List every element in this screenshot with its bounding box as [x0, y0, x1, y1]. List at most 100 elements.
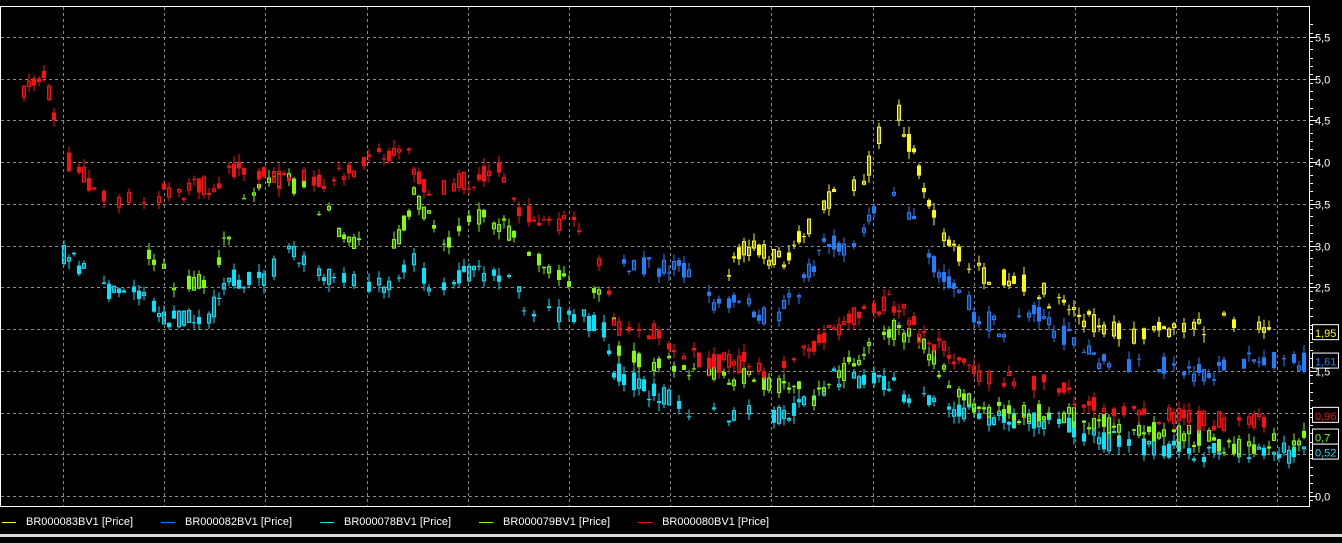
candle-body-down: [527, 205, 531, 223]
candle-body-down: [792, 385, 796, 387]
candle-body-down: [857, 311, 861, 319]
candle-body-down: [1277, 453, 1281, 459]
candle-body-down: [1012, 275, 1016, 284]
candle-body-down: [617, 345, 621, 356]
candle-body-down: [917, 165, 921, 176]
candle-body-down: [67, 152, 71, 172]
legend-item[interactable]: BR000082BV1 [Price]: [159, 514, 292, 530]
candle-body-down: [197, 317, 201, 325]
candle-body-down: [1137, 358, 1141, 360]
candle-body-down: [657, 401, 661, 403]
candle-body-down: [737, 247, 741, 260]
candle-body-down: [887, 329, 891, 338]
candle-body-down: [527, 252, 531, 256]
candle-body-down: [562, 273, 566, 277]
candle-body-down: [1002, 409, 1006, 417]
candle-body-up: [752, 379, 756, 382]
candle-body-up: [1187, 366, 1191, 369]
candle-body-down: [397, 277, 401, 279]
candle-body-down: [797, 231, 801, 243]
candle-body-down: [667, 272, 671, 274]
candle-body-down: [462, 265, 466, 272]
candle-body-down: [617, 363, 621, 382]
legend-item[interactable]: BR000078BV1 [Price]: [318, 514, 451, 530]
candle-body-down: [1242, 358, 1246, 369]
last-value-label: 1,61: [1315, 357, 1336, 369]
candle-body-up: [1112, 425, 1116, 428]
candle-body-down: [572, 314, 576, 323]
legend-item[interactable]: BR000083BV1 [Price]: [0, 514, 133, 530]
candle-body-down: [362, 157, 366, 167]
candle-body-down: [622, 374, 626, 386]
candle-body-down: [1087, 400, 1091, 406]
candle-body-up: [732, 256, 736, 259]
candle-body-down: [977, 321, 981, 325]
candle-body-down: [1232, 443, 1236, 454]
candle-body-down: [347, 164, 351, 174]
candle-body-down: [692, 368, 696, 370]
candle-body-down: [1207, 446, 1211, 449]
bottom-scrollbar[interactable]: [0, 534, 1342, 537]
candle-body-down: [512, 230, 516, 238]
candle-body-down: [792, 403, 796, 416]
candle-body-down: [447, 237, 451, 248]
candle-body-down: [892, 377, 896, 381]
last-value-label: 0,52: [1315, 448, 1336, 460]
candle-body-down: [187, 275, 191, 290]
candle-body-down: [797, 381, 801, 390]
candle-body-down: [657, 268, 661, 277]
candle-body-down: [1152, 422, 1156, 442]
candle-body-down: [632, 350, 636, 363]
candle-body-down: [752, 311, 756, 318]
last-value-label: 0,96: [1315, 411, 1336, 423]
candle-body-down: [782, 381, 786, 384]
candle-body-down: [142, 202, 146, 204]
candle-body-down: [627, 326, 631, 332]
candle-body-down: [192, 322, 196, 324]
candle-body-down: [1302, 430, 1306, 438]
candle-body-down: [102, 190, 106, 202]
candle-body-down: [517, 207, 521, 216]
candle-body-down: [37, 78, 41, 83]
candle-body-down: [232, 163, 236, 177]
candle-body-down: [612, 372, 616, 378]
candle-body-down: [172, 310, 176, 319]
candle-body-down: [647, 398, 651, 401]
candle-body-down: [1257, 361, 1261, 363]
candle-body-down: [1032, 412, 1036, 429]
last-value-label: 0,7: [1315, 433, 1330, 445]
candle-body-down: [757, 244, 761, 256]
candle-body-down: [637, 353, 641, 368]
candle-body-down: [792, 244, 796, 246]
candle-body-down: [1262, 416, 1266, 428]
candle-body-down: [1142, 328, 1146, 340]
candle-body-up: [672, 350, 676, 353]
legend-item[interactable]: BR000079BV1 [Price]: [477, 514, 610, 530]
y-tick-label: 5,5: [1315, 33, 1330, 45]
candle-body-down: [382, 158, 386, 160]
legend-item[interactable]: BR000080BV1 [Price]: [636, 514, 769, 530]
candle-body-up: [817, 387, 821, 390]
candle-body-down: [717, 298, 721, 304]
candle-body-down: [847, 313, 851, 324]
candle-body-down: [1067, 309, 1071, 311]
candle-body-down: [387, 150, 391, 162]
candle-body-down: [1082, 351, 1086, 353]
candle-body-down: [1222, 359, 1226, 371]
candle-body-down: [787, 387, 791, 390]
candle-body-down: [1132, 406, 1136, 409]
candle-body-down: [922, 331, 926, 333]
candle-body-down: [927, 200, 931, 207]
candle-body-down: [1217, 439, 1221, 452]
candle-body-down: [737, 301, 741, 303]
candle-body-down: [297, 262, 301, 264]
candle-body-down: [522, 310, 526, 312]
candle-body-down: [607, 290, 611, 295]
candle-body-down: [727, 382, 731, 385]
legend-swatch: [2, 521, 16, 523]
legend-swatch: [320, 521, 335, 523]
candle-body-down: [607, 350, 611, 355]
legend-label: BR000078BV1 [Price]: [344, 516, 452, 528]
candle-body-down: [757, 314, 761, 321]
candle-body-down: [972, 312, 976, 323]
